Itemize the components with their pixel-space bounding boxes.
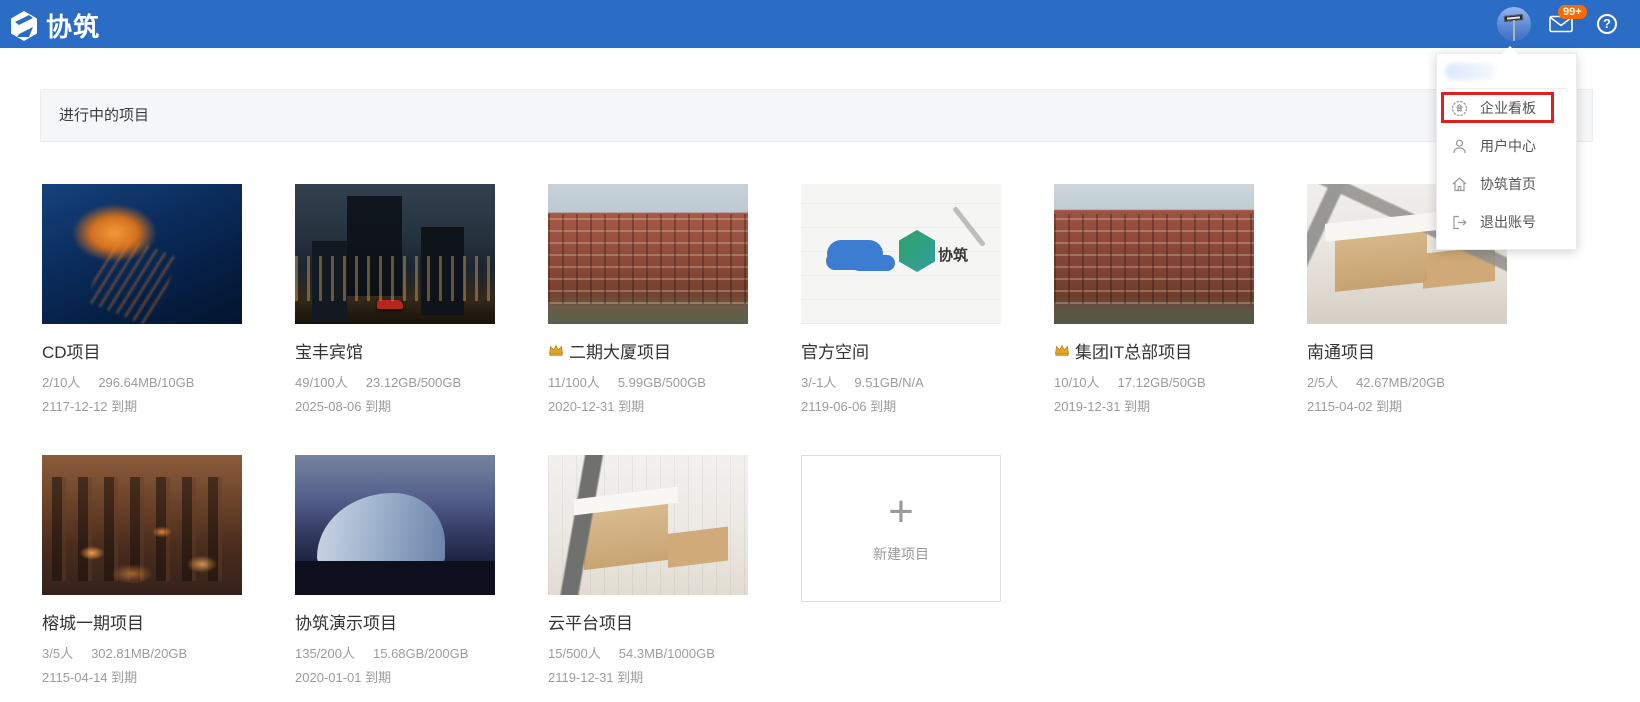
project-grid: CD项目 2/10人 296.64MB/10GB 2117-12-12 到期 宝丰… [42, 184, 1593, 686]
project-members: 2/5人 [1307, 375, 1338, 390]
project-thumbnail [295, 184, 495, 324]
project-title: 云平台项目 [548, 609, 633, 634]
menu-item-home[interactable]: 协筑首页 [1437, 165, 1576, 203]
project-storage: 15.68GB/200GB [373, 646, 468, 661]
project-members: 135/200人 [295, 646, 355, 661]
project-thumbnail [295, 455, 495, 595]
logo-text: 协筑 [46, 7, 100, 44]
project-thumbnail [42, 455, 242, 595]
new-project-label: 新建项目 [873, 544, 929, 564]
project-expire-date: 2020-12-31 到期 [548, 396, 748, 415]
help-button[interactable]: ? [1597, 14, 1617, 34]
project-card[interactable]: 宝丰宾馆 49/100人 23.12GB/500GB 2025-08-06 到期 [295, 184, 495, 415]
project-expire-date: 2019-12-31 到期 [1054, 396, 1254, 415]
project-title: 榕城一期项目 [42, 609, 144, 634]
project-title: 集团IT总部项目 [1075, 338, 1192, 363]
project-title: 南通项目 [1307, 338, 1375, 363]
menu-item-label: 企业看板 [1480, 98, 1536, 118]
project-storage: 9.51GB/N/A [854, 375, 923, 390]
plus-icon: + [888, 494, 914, 530]
project-expire-date: 2119-06-06 到期 [801, 396, 1001, 415]
project-card[interactable]: 榕城一期项目 3/5人 302.81MB/20GB 2115-04-14 到期 [42, 455, 242, 686]
project-expire-date: 2117-12-12 到期 [42, 396, 242, 415]
question-mark-icon: ? [1603, 16, 1611, 31]
project-thumbnail: 协筑 [801, 184, 1001, 324]
project-expire-date: 2020-01-01 到期 [295, 667, 495, 686]
project-title: CD项目 [42, 338, 101, 363]
section-title: 进行中的项目 [59, 107, 149, 124]
app-header: 协筑 99+ ? [0, 0, 1640, 48]
project-storage: 5.99GB/500GB [618, 375, 706, 390]
project-expire-date: 2025-08-06 到期 [295, 396, 495, 415]
app-logo[interactable]: 协筑 [8, 7, 100, 44]
project-expire-date: 2115-04-14 到期 [42, 667, 242, 686]
logout-icon [1451, 214, 1468, 231]
project-card[interactable]: 集团IT总部项目 10/10人 17.12GB/50GB 2019-12-31 到… [1054, 184, 1254, 415]
project-members: 11/100人 [548, 375, 600, 390]
avatar-sign-pole [1513, 20, 1515, 41]
project-card[interactable]: 二期大厦项目 11/100人 5.99GB/500GB 2020-12-31 到期 [548, 184, 748, 415]
menu-item-label: 退出账号 [1480, 212, 1536, 232]
project-title: 协筑演示项目 [295, 609, 397, 634]
menu-item-logout[interactable]: 退出账号 [1437, 203, 1576, 241]
menu-item-label: 用户中心 [1480, 136, 1536, 156]
project-members: 49/100人 [295, 375, 348, 390]
project-storage: 54.3MB/1000GB [619, 646, 715, 661]
home-icon [1451, 176, 1468, 193]
person-icon [1451, 138, 1468, 155]
project-title: 宝丰宾馆 [295, 338, 363, 363]
project-thumbnail [42, 184, 242, 324]
project-card[interactable]: 协筑演示项目 135/200人 15.68GB/200GB 2020-01-01 … [295, 455, 495, 686]
project-card[interactable]: 协筑 官方空间 3/-1人 9.51GB/N/A 2119-06-06 到期 [801, 184, 1001, 415]
project-title: 官方空间 [801, 338, 869, 363]
notification-badge[interactable]: 99+ [1558, 5, 1587, 19]
project-expire-date: 2115-04-02 到期 [1307, 396, 1507, 415]
project-card[interactable]: CD项目 2/10人 296.64MB/10GB 2117-12-12 到期 [42, 184, 242, 415]
user-dropdown-menu: 企业看板 用户中心 协筑首页 退出账号 [1436, 53, 1577, 250]
project-members: 15/500人 [548, 646, 601, 661]
project-members: 3/5人 [42, 646, 73, 661]
project-thumbnail [1054, 184, 1254, 324]
project-expire-date: 2119-12-31 到期 [548, 667, 748, 686]
menu-item-enterprise-dashboard[interactable]: 企业看板 [1437, 89, 1576, 127]
project-thumbnail [548, 455, 748, 595]
crown-icon [1054, 341, 1070, 361]
menu-item-label: 协筑首页 [1480, 174, 1536, 194]
logo-hexagon-icon [8, 10, 40, 42]
project-storage: 17.12GB/50GB [1118, 375, 1206, 390]
project-thumbnail [548, 184, 748, 324]
project-storage: 23.12GB/500GB [366, 375, 461, 390]
project-title: 二期大厦项目 [569, 338, 671, 363]
project-storage: 296.64MB/10GB [98, 375, 194, 390]
project-members: 10/10人 [1054, 375, 1100, 390]
crown-icon [548, 341, 564, 361]
project-card[interactable]: 云平台项目 15/500人 54.3MB/1000GB 2119-12-31 到期 [548, 455, 748, 686]
dropdown-caret [1502, 46, 1518, 54]
project-storage: 302.81MB/20GB [91, 646, 187, 661]
new-project-button[interactable]: + 新建项目 [801, 455, 1001, 602]
section-header: 进行中的项目 [40, 89, 1593, 142]
menu-item-user-center[interactable]: 用户中心 [1437, 127, 1576, 165]
project-members: 3/-1人 [801, 375, 836, 390]
project-members: 2/10人 [42, 375, 80, 390]
thumbnail-logo-text: 协筑 [938, 244, 968, 265]
user-avatar[interactable] [1497, 7, 1531, 41]
enterprise-badge-icon [1451, 100, 1468, 117]
username-redacted [1445, 63, 1497, 80]
project-storage: 42.67MB/20GB [1356, 375, 1445, 390]
